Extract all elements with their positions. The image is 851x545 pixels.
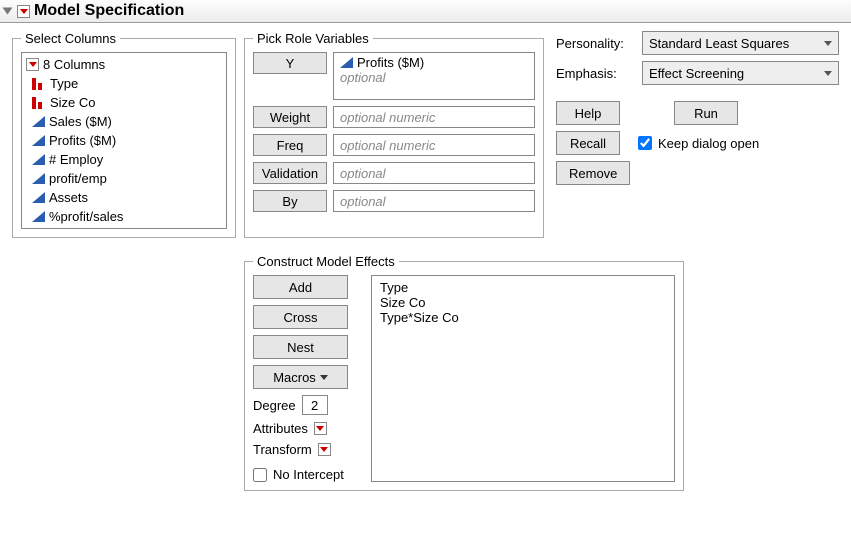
run-button[interactable]: Run (674, 101, 738, 125)
recall-button[interactable]: Recall (556, 131, 620, 155)
construct-effects-legend: Construct Model Effects (253, 254, 399, 269)
column-item-label: Size Co (50, 95, 96, 110)
validation-role-field[interactable]: optional (333, 162, 535, 184)
column-item-label: profit/emp (49, 171, 107, 186)
personality-dropdown[interactable]: Standard Least Squares (642, 31, 839, 55)
continuous-icon (32, 211, 45, 222)
red-triangle-menu-icon[interactable] (17, 5, 30, 18)
column-item[interactable]: profit/emp (26, 169, 222, 188)
caret-down-icon (320, 375, 328, 380)
weight-role-button[interactable]: Weight (253, 106, 327, 128)
select-columns-legend: Select Columns (21, 31, 120, 46)
column-item-label: Assets (49, 190, 88, 205)
column-item[interactable]: Sales ($M) (26, 112, 222, 131)
no-intercept-label: No Intercept (273, 467, 344, 482)
column-count-row[interactable]: 8 Columns (26, 55, 222, 74)
column-item-label: %profit/sales (49, 209, 123, 224)
help-button[interactable]: Help (556, 101, 620, 125)
column-item-label: Profits ($M) (49, 133, 116, 148)
column-count-label: 8 Columns (43, 57, 105, 72)
transform-menu-icon[interactable] (318, 443, 331, 456)
keep-dialog-open-label: Keep dialog open (658, 136, 759, 151)
continuous-icon (340, 57, 353, 68)
pick-role-group: Pick Role Variables Y Profits ($M) optio… (244, 31, 544, 238)
column-item-label: Sales ($M) (49, 114, 112, 129)
column-item-label: # Employ (49, 152, 103, 167)
column-item[interactable]: Assets (26, 188, 222, 207)
column-item[interactable]: # Employ (26, 150, 222, 169)
continuous-icon (32, 116, 45, 127)
nest-effect-button[interactable]: Nest (253, 335, 348, 359)
nominal-icon (32, 97, 46, 109)
panel-title: Model Specification (34, 2, 184, 20)
options-column: Personality: Standard Least Squares Emph… (552, 31, 843, 238)
transform-label: Transform (253, 442, 312, 457)
column-list[interactable]: 8 Columns Type Size Co Sales ($M) Profits (… (21, 52, 227, 229)
no-intercept-checkbox[interactable] (253, 468, 267, 482)
remove-button[interactable]: Remove (556, 161, 630, 185)
y-role-item[interactable]: Profits ($M) (340, 55, 424, 70)
freq-role-field[interactable]: optional numeric (333, 134, 535, 156)
continuous-icon (32, 135, 45, 146)
degree-label: Degree (253, 398, 296, 413)
y-role-field[interactable]: Profits ($M) optional (333, 52, 535, 100)
disclosure-triangle-icon[interactable] (3, 8, 13, 15)
pick-role-legend: Pick Role Variables (253, 31, 373, 46)
cross-effect-button[interactable]: Cross (253, 305, 348, 329)
construct-effects-group: Construct Model Effects Add Cross Nest M… (244, 254, 684, 491)
panel-header: Model Specification (0, 0, 851, 23)
y-role-button[interactable]: Y (253, 52, 327, 74)
keep-dialog-open-checkbox[interactable] (638, 136, 652, 150)
validation-role-button[interactable]: Validation (253, 162, 327, 184)
select-columns-group: Select Columns 8 Columns Type Size Co Sale… (12, 31, 236, 238)
attributes-label: Attributes (253, 421, 308, 436)
attributes-menu-icon[interactable] (314, 422, 327, 435)
column-item-label: Type (50, 76, 78, 91)
emphasis-dropdown[interactable]: Effect Screening (642, 61, 839, 85)
column-item[interactable]: Profits ($M) (26, 131, 222, 150)
macros-dropdown-button[interactable]: Macros (253, 365, 348, 389)
emphasis-label: Emphasis: (556, 66, 634, 81)
column-item[interactable]: Size Co (26, 93, 222, 112)
by-role-button[interactable]: By (253, 190, 327, 212)
effect-item[interactable]: Size Co (380, 295, 666, 310)
personality-label: Personality: (556, 36, 634, 51)
continuous-icon (32, 154, 45, 165)
by-role-field[interactable]: optional (333, 190, 535, 212)
freq-role-button[interactable]: Freq (253, 134, 327, 156)
nominal-icon (32, 78, 46, 90)
effect-item[interactable]: Type (380, 280, 666, 295)
weight-role-field[interactable]: optional numeric (333, 106, 535, 128)
degree-input[interactable] (302, 395, 328, 415)
effect-item[interactable]: Type*Size Co (380, 310, 666, 325)
effects-list[interactable]: TypeSize CoType*Size Co (371, 275, 675, 482)
continuous-icon (32, 192, 45, 203)
column-menu-icon[interactable] (26, 58, 39, 71)
column-item[interactable]: Type (26, 74, 222, 93)
add-effect-button[interactable]: Add (253, 275, 348, 299)
continuous-icon (32, 173, 45, 184)
column-item[interactable]: %profit/sales (26, 207, 222, 226)
